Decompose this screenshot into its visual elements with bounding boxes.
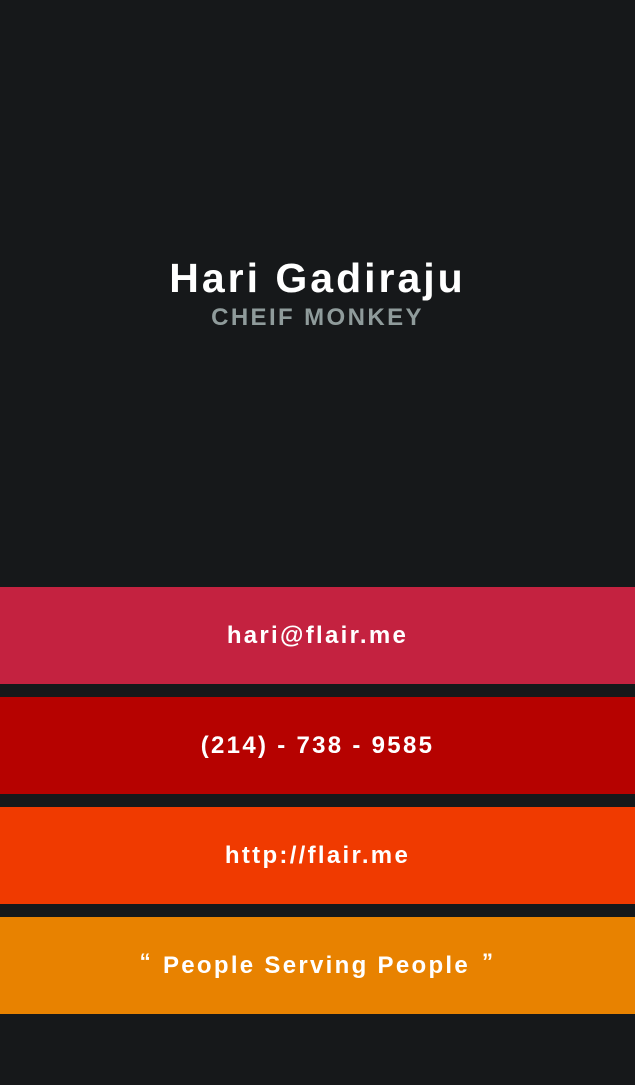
- email-link[interactable]: hari@flair.me: [0, 587, 635, 684]
- close-quote-mark: ”: [482, 948, 496, 974]
- website-link[interactable]: http://flair.me: [0, 807, 635, 904]
- job-title: CHEIF MONKEY: [211, 304, 424, 331]
- identity-block: Hari Gadiraju CHEIF MONKEY: [0, 254, 635, 332]
- website-text: http://flair.me: [224, 841, 411, 869]
- phone-text: (214) - 738 - 9585: [200, 731, 435, 759]
- tagline-band: “ People Serving People ”: [0, 917, 635, 1014]
- email-text: hari@flair.me: [226, 621, 409, 649]
- open-quote-mark: “: [139, 948, 153, 974]
- person-name: Hari Gadiraju: [169, 255, 466, 301]
- business-card: Hari Gadiraju CHEIF MONKEY hari@flair.me…: [0, 0, 635, 1085]
- tagline-text: People Serving People: [162, 951, 471, 979]
- phone-link[interactable]: (214) - 738 - 9585: [0, 697, 635, 794]
